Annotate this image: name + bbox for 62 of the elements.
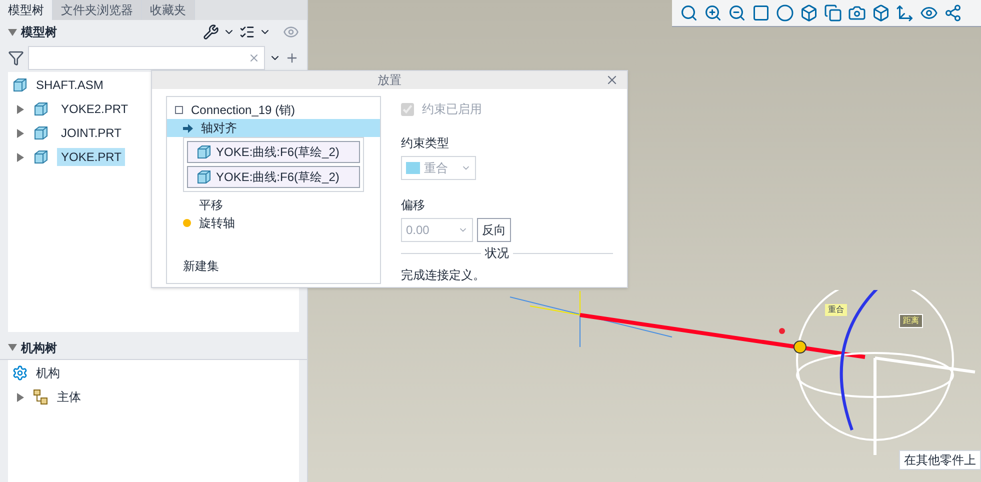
tree-item[interactable]: SHAFT.ASM: [36, 76, 104, 94]
tree-item[interactable]: YOKE2.PRT: [57, 100, 132, 118]
close-icon[interactable]: [605, 73, 619, 87]
toolbar-icon[interactable]: [920, 4, 938, 22]
tree-item[interactable]: JOINT.PRT: [57, 124, 126, 142]
toolbar-icon[interactable]: [728, 4, 746, 22]
checkbox-label: 约束已启用: [422, 101, 482, 118]
gear-icon: [12, 365, 28, 381]
part-icon: [33, 149, 49, 165]
collapse-arrow-icon[interactable]: [8, 28, 17, 36]
panel-tab[interactable]: 文件夹浏览器: [53, 0, 142, 20]
flip-button[interactable]: 反向: [477, 218, 511, 242]
dialog-title: 放置: [378, 72, 402, 89]
expand-arrow-icon[interactable]: [16, 128, 25, 138]
toolbar-icon[interactable]: [752, 4, 770, 22]
toolbar-icon[interactable]: [704, 4, 722, 22]
toolbar-icon[interactable]: [896, 4, 914, 22]
part-icon: [196, 144, 212, 160]
body-icon: [33, 389, 49, 405]
add-icon[interactable]: [285, 51, 299, 65]
panel-tab[interactable]: 收藏夹: [142, 0, 195, 20]
tree-item[interactable]: 主体: [57, 388, 81, 406]
model-tree-title: 模型树: [21, 24, 58, 41]
tooltip: 在其他零件上: [899, 450, 981, 470]
toolbar-icon[interactable]: [848, 4, 866, 22]
field-label: 约束类型: [401, 135, 450, 152]
annotation-tag: 重合: [825, 304, 847, 316]
list-icon[interactable]: [239, 24, 255, 40]
panel-tab[interactable]: 模型树: [0, 0, 53, 20]
tree-item[interactable]: YOKE.PRT: [57, 148, 126, 166]
clear-icon[interactable]: [248, 52, 260, 64]
reference-item[interactable]: YOKE:曲线:F6(草绘_2): [187, 141, 360, 163]
mechanism-tree-title: 机构树: [21, 340, 57, 356]
settings-icon[interactable]: [203, 24, 219, 40]
expand-arrow-icon[interactable]: [16, 392, 25, 402]
constraint-item[interactable]: 轴对齐: [167, 119, 380, 137]
expand-arrow-icon[interactable]: [16, 104, 25, 114]
collapse-arrow-icon[interactable]: [8, 343, 17, 352]
constraint-item[interactable]: 平移: [167, 196, 380, 214]
constraint-item[interactable]: 旋转轴: [167, 214, 380, 232]
part-icon: [33, 101, 49, 117]
filter-icon[interactable]: [8, 50, 24, 66]
new-set-link[interactable]: 新建集: [167, 257, 380, 275]
toolbar-icon[interactable]: [872, 4, 890, 22]
tree-item[interactable]: 机构: [36, 364, 60, 382]
part-icon: [196, 169, 212, 185]
toolbar-icon[interactable]: [944, 4, 962, 22]
search-field[interactable]: [28, 46, 265, 70]
section-label: 状况: [485, 245, 509, 262]
arrow-icon: [183, 124, 193, 132]
part-icon: [33, 125, 49, 141]
field-label: 偏移: [401, 197, 426, 214]
expand-arrow-icon[interactable]: [16, 152, 25, 162]
status-text: 完成连接定义。: [401, 267, 486, 284]
annotation-tag: 距离: [899, 314, 923, 328]
assembly-icon: [12, 77, 28, 93]
toolbar-icon[interactable]: [680, 4, 698, 22]
toolbar-icon[interactable]: [776, 4, 794, 22]
reference-item[interactable]: YOKE:曲线:F6(草绘_2): [187, 166, 360, 188]
toolbar-icon[interactable]: [824, 4, 842, 22]
toolbar-icon[interactable]: [800, 4, 818, 22]
connection-item[interactable]: Connection_19 (销): [191, 101, 296, 119]
